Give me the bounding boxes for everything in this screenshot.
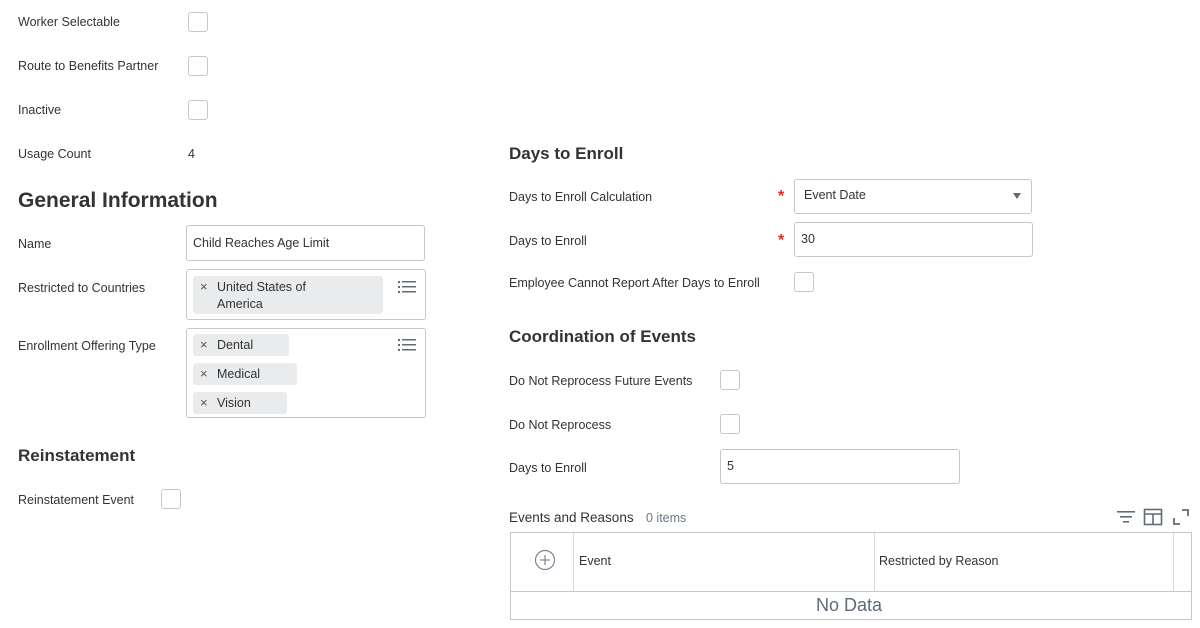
coordination-of-events-heading: Coordination of Events bbox=[509, 327, 696, 346]
add-row-icon[interactable] bbox=[534, 549, 556, 571]
no-data-message: No Data bbox=[816, 595, 883, 615]
inactive-checkbox[interactable] bbox=[188, 100, 208, 120]
employee-cannot-report-checkbox[interactable] bbox=[794, 272, 814, 292]
filter-icon[interactable] bbox=[1116, 509, 1136, 525]
column-header-event[interactable]: Event bbox=[574, 533, 875, 592]
country-pill-united-states: × United States of America bbox=[193, 276, 383, 314]
events-and-reasons-title: Events and Reasons bbox=[509, 510, 634, 525]
restricted-to-countries-label: Restricted to Countries bbox=[18, 281, 146, 295]
days-to-enroll-label: Days to Enroll bbox=[509, 234, 587, 248]
required-indicator: * bbox=[778, 232, 785, 249]
enrollment-offering-type-field[interactable]: × Dental × Medical × Vision bbox=[186, 328, 426, 418]
expand-icon[interactable] bbox=[1172, 508, 1190, 526]
do-not-reprocess-future-label: Do Not Reprocess Future Events bbox=[509, 374, 693, 388]
caret-down-icon bbox=[1013, 193, 1021, 199]
general-information-heading: General Information bbox=[18, 189, 218, 212]
column-header-label: Event bbox=[579, 554, 611, 568]
list-icon[interactable] bbox=[398, 280, 416, 294]
inactive-label: Inactive bbox=[18, 103, 62, 117]
employee-cannot-report-label: Employee Cannot Report After Days to Enr… bbox=[509, 276, 760, 290]
name-input[interactable]: Child Reaches Age Limit bbox=[186, 225, 425, 261]
offering-pill-dental: × Dental bbox=[193, 334, 289, 356]
list-icon[interactable] bbox=[398, 338, 416, 352]
column-header-label: Restricted by Reason bbox=[879, 554, 999, 568]
offering-pill-label: Medical bbox=[217, 367, 261, 381]
days-to-enroll-calculation-select[interactable]: Event Date bbox=[794, 179, 1032, 214]
worker-selectable-label: Worker Selectable bbox=[18, 15, 120, 29]
coordination-days-to-enroll-input[interactable]: 5 bbox=[720, 449, 960, 484]
usage-count-label: Usage Count bbox=[18, 147, 91, 161]
days-to-enroll-heading: Days to Enroll bbox=[509, 144, 624, 163]
enrollment-offering-type-label: Enrollment Offering Type bbox=[18, 339, 156, 353]
column-header-restricted-by-reason[interactable]: Restricted by Reason bbox=[875, 533, 1174, 592]
name-label: Name bbox=[18, 237, 52, 251]
reinstatement-event-label: Reinstatement Event bbox=[18, 493, 135, 507]
required-indicator: * bbox=[778, 188, 785, 205]
reinstatement-event-checkbox[interactable] bbox=[161, 489, 181, 509]
usage-count-value: 4 bbox=[188, 147, 195, 161]
do-not-reprocess-future-checkbox[interactable] bbox=[720, 370, 740, 390]
do-not-reprocess-label: Do Not Reprocess bbox=[509, 418, 612, 432]
days-to-enroll-calculation-label: Days to Enroll Calculation bbox=[509, 190, 653, 204]
table-header-row: Event Restricted by Reason bbox=[511, 533, 1191, 592]
restricted-to-countries-field[interactable]: × United States of America bbox=[186, 269, 426, 320]
offering-pill-label: Vision bbox=[217, 396, 251, 410]
country-pill-line-1: United States of bbox=[217, 280, 306, 294]
route-to-benefits-partner-checkbox[interactable] bbox=[188, 56, 208, 76]
selected-value: Event Date bbox=[804, 188, 866, 202]
reinstatement-heading: Reinstatement bbox=[18, 446, 136, 465]
coordination-days-to-enroll-label: Days to Enroll bbox=[509, 461, 587, 475]
remove-icon[interactable]: × bbox=[200, 363, 208, 385]
remove-icon[interactable]: × bbox=[200, 279, 208, 294]
offering-pill-medical: × Medical bbox=[193, 363, 297, 385]
days-to-enroll-input[interactable]: 30 bbox=[794, 222, 1033, 257]
route-to-benefits-partner-label: Route to Benefits Partner bbox=[18, 59, 159, 73]
do-not-reprocess-checkbox[interactable] bbox=[720, 414, 740, 434]
remove-icon[interactable]: × bbox=[200, 334, 208, 356]
events-and-reasons-table: Event Restricted by Reason No Data bbox=[510, 532, 1192, 620]
columns-icon[interactable] bbox=[1143, 508, 1163, 526]
add-column bbox=[511, 533, 574, 592]
country-pill-line-2: America bbox=[217, 297, 263, 311]
offering-pill-label: Dental bbox=[217, 338, 254, 352]
offering-pill-vision: × Vision bbox=[193, 392, 287, 414]
events-and-reasons-count: 0 items bbox=[646, 511, 687, 525]
worker-selectable-checkbox[interactable] bbox=[188, 12, 208, 32]
remove-icon[interactable]: × bbox=[200, 392, 208, 414]
